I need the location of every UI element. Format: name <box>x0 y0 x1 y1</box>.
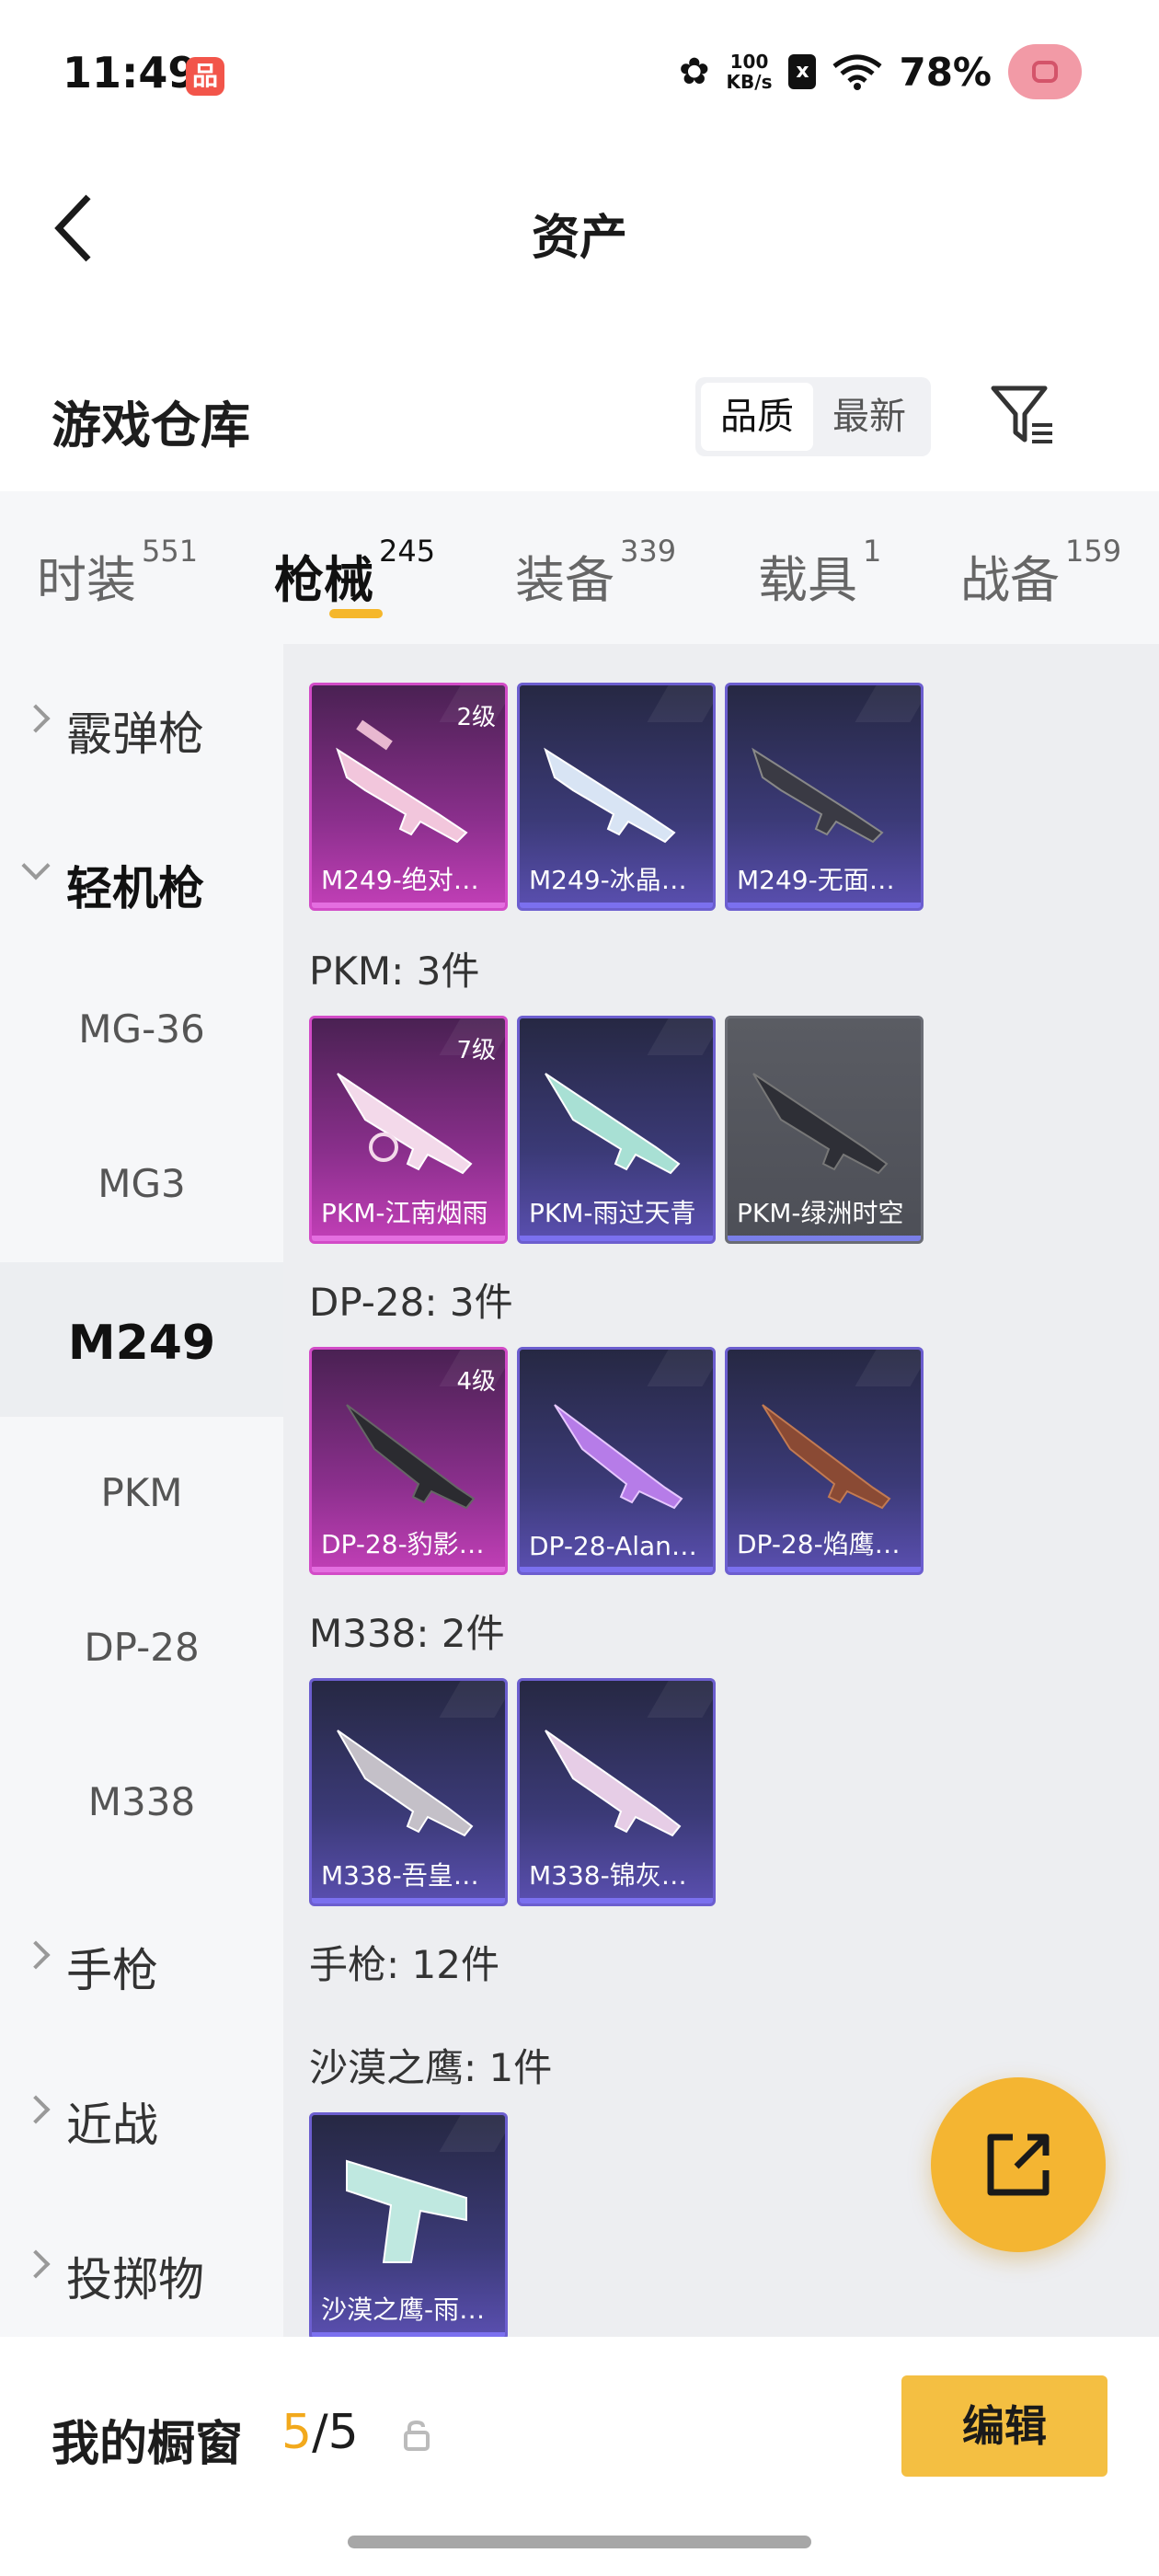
category-tabs: 时装 551 枪械 245 装备 339 载具 1 战备 159 <box>0 491 1159 644</box>
active-tab-indicator <box>329 609 383 618</box>
showcase-label: 我的橱窗 <box>52 2417 244 2472</box>
page-title: 资产 <box>531 211 627 266</box>
section-title: PKM: 3件 <box>309 949 480 994</box>
tab-vehicles[interactable]: 载具 1 <box>758 534 881 612</box>
sort-quality-button[interactable]: 品质 <box>701 383 813 451</box>
sidebar-item-mg3[interactable]: MG3 <box>0 1108 283 1262</box>
weapon-type-sidebar: 霰弹枪 轻机枪 MG-36 MG3 M249 PKM DP-28 M338 手枪… <box>0 644 283 2337</box>
sidebar-group-pistol[interactable]: 手枪 <box>0 1880 283 2035</box>
skin-card[interactable]: M338-吾皇… <box>309 1678 508 1906</box>
lmg-skin-icon <box>554 1404 683 1510</box>
sidebar-item-m338[interactable]: M338 <box>0 1726 283 1880</box>
skin-card[interactable]: M338-锦灰… <box>517 1678 716 1906</box>
lmg-skin-icon <box>752 747 884 844</box>
wifi-icon <box>832 54 883 90</box>
nav-bar: 资产 <box>0 147 1159 304</box>
edit-button[interactable]: 编辑 <box>901 2375 1107 2477</box>
lock-icon <box>404 2420 430 2451</box>
sidebar-item-pkm[interactable]: PKM <box>0 1417 283 1571</box>
tab-firearms[interactable]: 枪械 245 <box>274 534 435 612</box>
pistol-skin-icon <box>346 2159 467 2263</box>
app-notification-icon: 品 <box>186 57 224 96</box>
sort-toggle: 品质 最新 <box>695 377 931 456</box>
sidebar-item-mg36[interactable]: MG-36 <box>0 953 283 1108</box>
net-speed: 100 KB/s <box>726 51 773 93</box>
lmg-skin-icon <box>545 1073 681 1175</box>
sort-latest-button[interactable]: 最新 <box>813 383 925 451</box>
battery-level: 78% <box>899 49 992 95</box>
status-right: ✿ 100 KB/s x 78% <box>679 44 1082 99</box>
lmg-skin-icon <box>346 1404 476 1510</box>
section-title: 沙漠之鹰: 1件 <box>309 2045 553 2090</box>
flower-icon: ✿ <box>679 51 710 93</box>
skin-card[interactable]: DP-28-Alan… <box>517 1347 716 1575</box>
lmg-skin-icon <box>544 747 676 844</box>
lmg-skin-icon <box>336 719 468 844</box>
sidebar-group-lmg[interactable]: 轻机枪 <box>0 799 283 953</box>
skin-card[interactable]: 2级 M249-绝对… <box>309 683 508 911</box>
share-external-icon <box>987 2133 1050 2196</box>
skin-card[interactable]: PKM-绿洲时空 <box>725 1016 924 1244</box>
skin-card[interactable]: DP-28-焰鹰… <box>725 1347 924 1575</box>
chevron-down-icon <box>21 851 51 880</box>
skin-card[interactable]: 7级 PKM-江南烟雨 <box>309 1016 508 1244</box>
pig-avatar-icon <box>1008 44 1082 99</box>
tab-equipment[interactable]: 装备 339 <box>515 534 676 612</box>
sim-icon: x <box>788 54 817 89</box>
sidebar-item-m249[interactable]: M249 <box>0 1262 283 1417</box>
lmg-skin-icon <box>337 1730 474 1837</box>
skin-card[interactable]: 沙漠之鹰-雨… <box>309 2112 508 2337</box>
tab-tactical-gear[interactable]: 战备 159 <box>960 534 1121 612</box>
chevron-right-icon <box>21 2249 51 2279</box>
share-button[interactable] <box>931 2077 1106 2252</box>
sidebar-group-melee[interactable]: 近战 <box>0 2035 283 2190</box>
tab-fashion[interactable]: 时装 551 <box>37 534 198 612</box>
warehouse-title: 游戏仓库 <box>52 397 250 454</box>
section-title: 手枪: 12件 <box>309 1942 499 1987</box>
lmg-skin-icon <box>337 1073 473 1175</box>
chevron-right-icon <box>21 1940 51 1970</box>
lmg-skin-icon <box>545 1730 682 1837</box>
skin-card[interactable]: 4级 DP-28-豹影… <box>309 1347 508 1575</box>
sidebar-group-shotgun[interactable]: 霰弹枪 <box>0 644 283 799</box>
section-title: DP-28: 3件 <box>309 1280 513 1325</box>
status-bar: 11:49 品 ✿ 100 KB/s x 78% <box>0 0 1159 147</box>
status-time: 11:49 <box>63 48 198 98</box>
sidebar-group-throwable[interactable]: 投掷物 <box>0 2190 283 2344</box>
skin-card[interactable]: PKM-雨过天青 <box>517 1016 716 1244</box>
filter-icon[interactable] <box>990 383 1056 449</box>
skin-card[interactable]: M249-冰晶… <box>517 683 716 911</box>
skin-card[interactable]: M249-无面… <box>725 683 924 911</box>
home-indicator[interactable] <box>348 2536 811 2548</box>
section-title: M338: 2件 <box>309 1611 505 1656</box>
showcase-bar: 我的橱窗 5/5 编辑 <box>0 2337 1159 2502</box>
chevron-right-icon <box>21 704 51 733</box>
lmg-skin-icon <box>762 1404 891 1510</box>
sidebar-item-dp28[interactable]: DP-28 <box>0 1571 283 1726</box>
warehouse-header: 游戏仓库 品质 最新 <box>0 350 1159 488</box>
chevron-right-icon <box>21 2095 51 2124</box>
lmg-skin-icon <box>752 1073 889 1175</box>
showcase-count: 5/5 <box>281 2405 359 2460</box>
